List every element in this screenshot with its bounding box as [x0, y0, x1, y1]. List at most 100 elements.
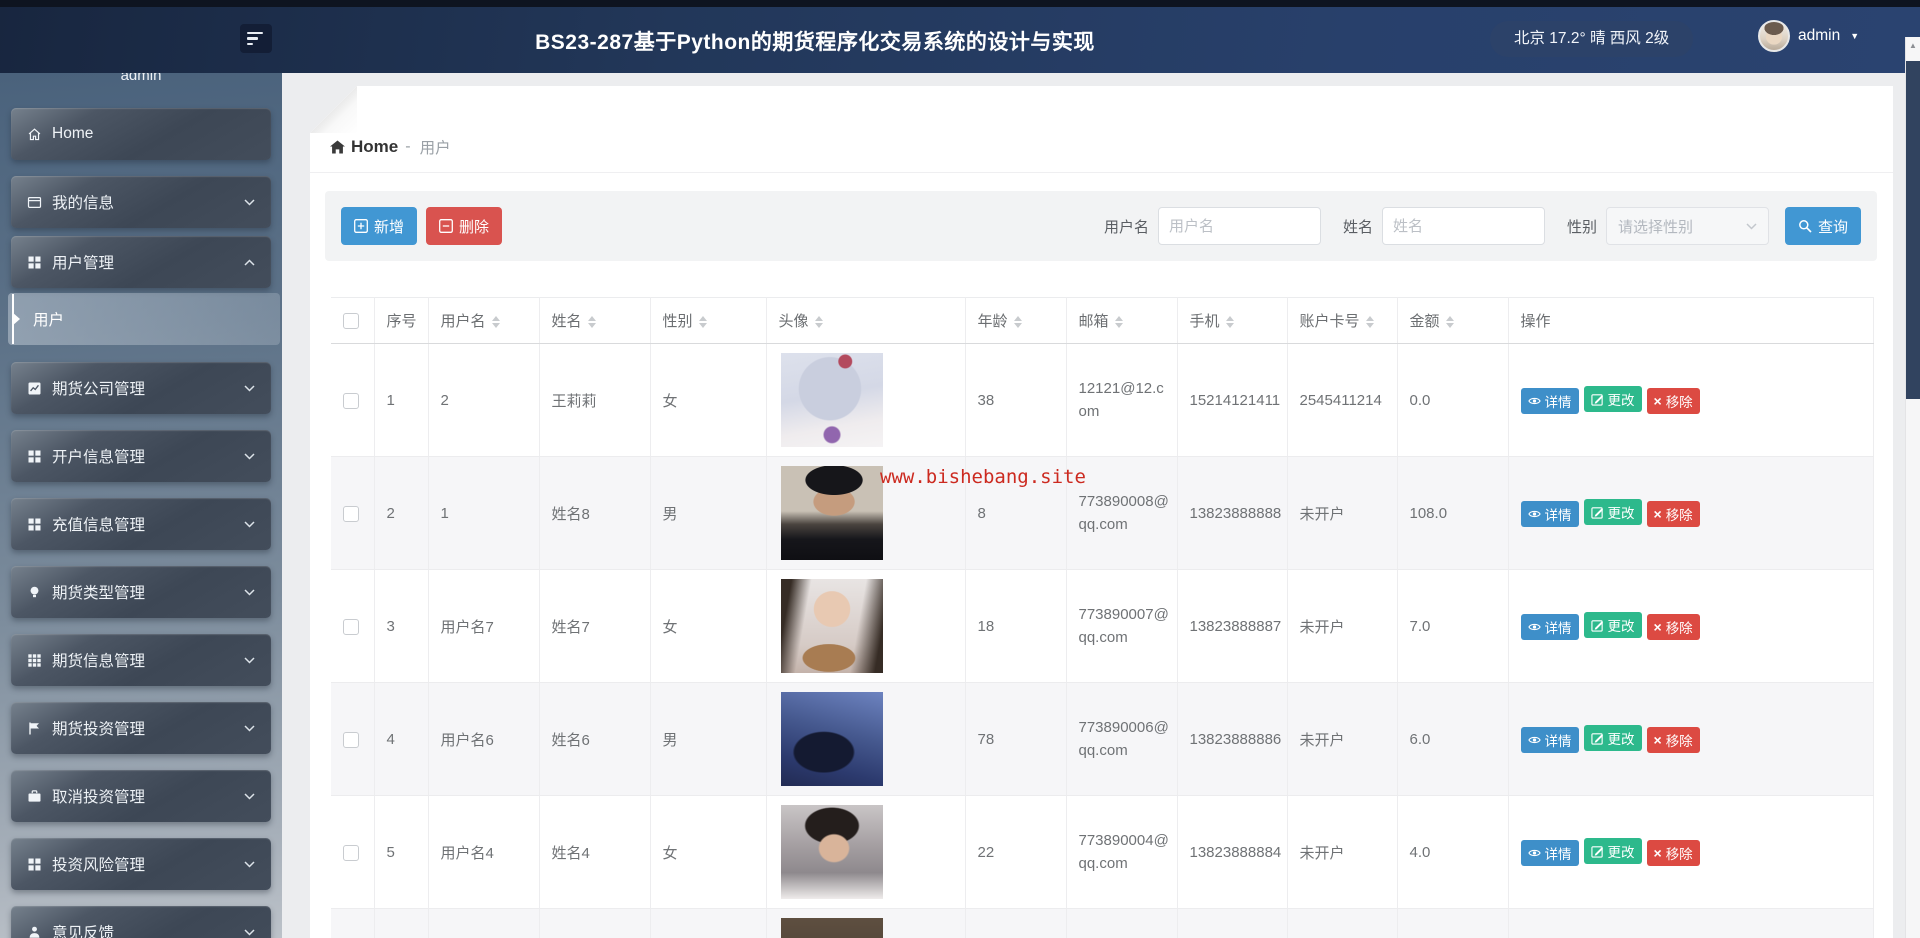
message-icon: [27, 195, 42, 210]
sidebar-item-label: 用户管理: [52, 255, 115, 272]
sort-icon[interactable]: [587, 316, 596, 329]
edit-button[interactable]: 更改: [1583, 386, 1642, 413]
column-header-avatar[interactable]: 头像: [765, 297, 965, 344]
sidebar-item-account-open-mgmt[interactable]: 开户信息管理: [11, 430, 271, 482]
user-avatar-image: [780, 579, 883, 673]
sidebar-item-futures-info-mgmt[interactable]: 期货信息管理: [11, 634, 271, 686]
remove-button[interactable]: × 移除: [1646, 839, 1700, 866]
divider: [310, 172, 1893, 173]
row-checkbox[interactable]: [343, 505, 359, 522]
column-header-phone[interactable]: 手机: [1176, 297, 1287, 344]
sort-icon[interactable]: [1013, 316, 1022, 329]
cell-no: 5: [373, 795, 428, 909]
username-filter-input[interactable]: [1157, 207, 1321, 245]
sort-icon[interactable]: [1365, 316, 1374, 329]
row-checkbox[interactable]: [343, 618, 359, 635]
user-avatar-image: [780, 692, 883, 786]
cell-phone: 13823888884: [1176, 795, 1287, 909]
column-header-email[interactable]: 邮箱: [1065, 297, 1177, 344]
remove-button[interactable]: × 移除: [1646, 613, 1700, 640]
sort-icon[interactable]: [698, 316, 707, 329]
sort-icon[interactable]: [491, 316, 500, 329]
vertical-scrollbar[interactable]: ▲: [1905, 37, 1920, 938]
column-header-username[interactable]: 用户名: [427, 297, 539, 344]
sidebar-item-futures-company-mgmt[interactable]: 期货公司管理: [11, 362, 271, 414]
select-all-checkbox[interactable]: [343, 313, 359, 330]
sidebar-subitem-user[interactable]: 用户: [8, 293, 280, 345]
row-checkbox[interactable]: [343, 844, 359, 861]
sidebar-item-invest-risk-mgmt[interactable]: 投资风险管理: [11, 838, 271, 890]
detail-button[interactable]: 详情: [1520, 613, 1579, 640]
cell-email: 773890007@qq.com: [1065, 569, 1177, 683]
cell-no: 2: [373, 456, 428, 570]
add-button[interactable]: 新增: [341, 207, 418, 245]
column-header-amount[interactable]: 金额: [1396, 297, 1508, 344]
scrollbar-thumb[interactable]: [1906, 61, 1920, 399]
cell-age: [964, 908, 1066, 938]
cell-age: 22: [964, 795, 1066, 909]
edit-icon: [1590, 506, 1604, 519]
column-header-name[interactable]: 姓名: [538, 297, 650, 344]
chevron-down-icon: [244, 520, 255, 528]
sidebar-item-feedback[interactable]: 意见反馈: [11, 906, 271, 938]
cell-card: 未开户: [1286, 682, 1397, 796]
sort-icon[interactable]: [1225, 316, 1234, 329]
cell-amount: 0.0: [1396, 343, 1508, 457]
cell-email: [1065, 908, 1177, 938]
cell-avatar: [765, 795, 965, 909]
sidebar-item-recharge-info-mgmt[interactable]: 充值信息管理: [11, 498, 271, 550]
sidebar-item-home[interactable]: Home: [11, 108, 271, 160]
sidebar-item-my-info[interactable]: 我的信息: [11, 176, 271, 228]
users-table: 序号 用户名 姓名 性别 头像 年龄 邮箱 手机 账户卡号 金额 操作 1 2 王莉莉女 38 12121@…: [331, 297, 1874, 938]
user-avatar-image: [780, 466, 883, 560]
action-label: 更改: [1607, 393, 1635, 409]
search-button[interactable]: 查询: [1784, 207, 1861, 245]
sort-icon[interactable]: [814, 316, 823, 329]
detail-button[interactable]: 详情: [1520, 726, 1579, 753]
cell-username: [427, 908, 539, 938]
action-label: 详情: [1544, 733, 1572, 749]
detail-button[interactable]: 详情: [1520, 500, 1579, 527]
grid-icon: [27, 449, 42, 464]
edit-button[interactable]: 更改: [1583, 612, 1642, 639]
column-header-card[interactable]: 账户卡号: [1286, 297, 1397, 344]
column-header-gender[interactable]: 性别: [649, 297, 766, 344]
cell-phone: 13823888888: [1176, 456, 1287, 570]
chevron-down-icon: [244, 928, 255, 936]
eye-icon: [1527, 735, 1541, 745]
user-menu[interactable]: admin ▼: [1758, 20, 1859, 52]
remove-button[interactable]: × 移除: [1646, 387, 1700, 414]
sidebar-item-futures-invest-mgmt[interactable]: 期货投资管理: [11, 702, 271, 754]
column-header-age[interactable]: 年龄: [964, 297, 1066, 344]
chevron-down-icon: [1746, 222, 1757, 230]
menu-toggle-button[interactable]: [240, 24, 272, 53]
cell-card: 未开户: [1286, 456, 1397, 570]
remove-button[interactable]: × 移除: [1646, 500, 1700, 527]
column-label: 金额: [1409, 313, 1440, 330]
gender-select[interactable]: 请选择性别: [1605, 207, 1769, 245]
delete-button[interactable]: 删除: [426, 207, 503, 245]
detail-button[interactable]: 详情: [1520, 387, 1579, 414]
table-icon: [27, 653, 42, 668]
sidebar-item-user-mgmt[interactable]: 用户管理: [11, 236, 271, 288]
sidebar-item-futures-type-mgmt[interactable]: 期货类型管理: [11, 566, 271, 618]
name-filter-input[interactable]: [1381, 207, 1545, 245]
sidebar-item-cancel-invest-mgmt[interactable]: 取消投资管理: [11, 770, 271, 822]
chevron-down-icon: [244, 656, 255, 664]
edit-button[interactable]: 更改: [1583, 838, 1642, 865]
sort-icon[interactable]: [1445, 316, 1454, 329]
breadcrumb-home[interactable]: Home: [351, 137, 398, 157]
gender-filter-label: 性别: [1566, 218, 1597, 236]
edit-button[interactable]: 更改: [1583, 499, 1642, 526]
search-icon: [1798, 219, 1812, 233]
row-checkbox[interactable]: [343, 731, 359, 748]
row-checkbox[interactable]: [343, 392, 359, 409]
sort-icon[interactable]: [1114, 316, 1123, 329]
action-label: 详情: [1544, 394, 1572, 410]
x-icon: ×: [1653, 618, 1662, 635]
cell-name: 姓名8: [538, 456, 650, 570]
scroll-up-arrow-icon[interactable]: ▲: [1906, 37, 1920, 55]
remove-button[interactable]: × 移除: [1646, 726, 1700, 753]
detail-button[interactable]: 详情: [1520, 839, 1579, 866]
edit-button[interactable]: 更改: [1583, 725, 1642, 752]
